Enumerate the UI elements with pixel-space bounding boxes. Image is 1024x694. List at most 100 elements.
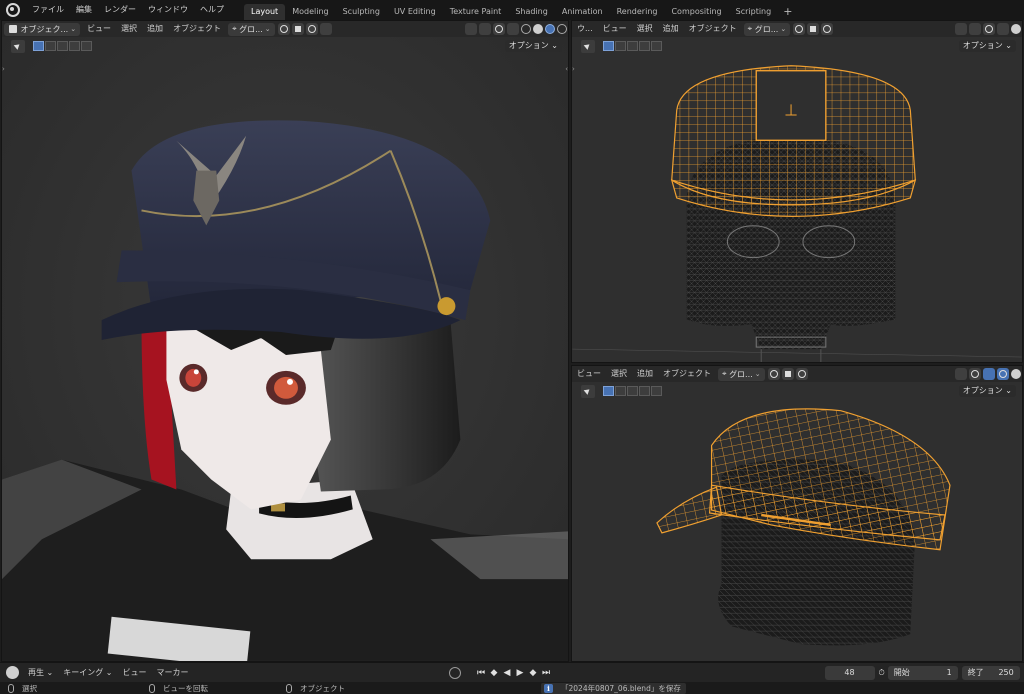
snap-icon[interactable]: [807, 23, 820, 35]
add-workspace-button[interactable]: +: [778, 4, 797, 20]
jump-end-icon[interactable]: ⏭: [540, 668, 553, 678]
falloff-icon[interactable]: [319, 23, 332, 35]
toolbar-expand-icon[interactable]: ›: [572, 65, 575, 73]
prev-keyframe-icon[interactable]: ◆: [488, 668, 501, 678]
select-mode-invert[interactable]: [69, 41, 80, 51]
record-icon[interactable]: [448, 666, 461, 679]
menu-window[interactable]: ウィンドウ: [142, 0, 194, 20]
proportional-edit-icon[interactable]: [305, 23, 318, 35]
keying-menu[interactable]: キーイング ⌄: [58, 667, 117, 678]
menu-add[interactable]: 追加: [658, 21, 684, 37]
shading-wireframe-icon[interactable]: [521, 24, 531, 34]
timeline-editor-icon[interactable]: [6, 666, 19, 679]
select-mode-invert[interactable]: [639, 386, 650, 396]
menu-select[interactable]: 選択: [606, 366, 632, 382]
transform-orientation-dropdown[interactable]: ⌖ グロ... ⌄: [228, 22, 275, 36]
select-mode-extend[interactable]: [45, 41, 56, 51]
select-mode-intersect[interactable]: [81, 41, 92, 51]
select-mode-new[interactable]: [33, 41, 44, 51]
xray-icon[interactable]: [997, 23, 1009, 35]
sidebar-expand-icon[interactable]: ‹: [565, 65, 568, 73]
menu-add[interactable]: 追加: [632, 366, 658, 382]
tab-modeling[interactable]: Modeling: [285, 4, 335, 20]
menu-object[interactable]: オブジェクト: [658, 366, 716, 382]
select-mode-extend[interactable]: [615, 41, 626, 51]
shading-solid-icon[interactable]: [1011, 369, 1021, 379]
editor-type-dropdown[interactable]: ウ...: [572, 21, 598, 37]
menu-object[interactable]: オブジェクト: [168, 21, 226, 37]
wireframe-mode-icon[interactable]: [997, 368, 1009, 380]
pivot-point-icon[interactable]: [793, 23, 806, 35]
menu-select[interactable]: 選択: [632, 21, 658, 37]
menu-add[interactable]: 追加: [142, 21, 168, 37]
options-dropdown[interactable]: オプション ⌄: [958, 40, 1016, 52]
main-3d-viewport[interactable]: オブジェク... ⌄ ビュー 選択 追加 オブジェクト ⌖ グロ... ⌄ オプショ…: [1, 20, 569, 662]
shading-solid-icon[interactable]: [533, 24, 543, 34]
view-menu[interactable]: ビュー: [118, 667, 152, 678]
proportional-edit-icon[interactable]: [795, 368, 808, 380]
tab-layout[interactable]: Layout: [244, 4, 286, 20]
select-mode-subtract[interactable]: [627, 41, 638, 51]
shading-rendered-icon[interactable]: [557, 24, 567, 34]
proportional-edit-icon[interactable]: [821, 23, 834, 35]
jump-start-icon[interactable]: ⏮: [475, 668, 488, 678]
select-mode-subtract[interactable]: [57, 41, 68, 51]
tab-animation[interactable]: Animation: [555, 4, 610, 20]
blender-logo-icon[interactable]: [6, 3, 20, 17]
tab-sculpting[interactable]: Sculpting: [336, 4, 387, 20]
select-mode-new[interactable]: [603, 41, 614, 51]
select-mode-intersect[interactable]: [651, 386, 662, 396]
play-reverse-icon[interactable]: ◀: [501, 668, 514, 678]
select-mode-subtract[interactable]: [627, 386, 638, 396]
tab-rendering[interactable]: Rendering: [610, 4, 665, 20]
transform-orientation-dropdown[interactable]: ⌖ グロ... ⌄: [743, 22, 791, 36]
options-dropdown[interactable]: オプション ⌄: [504, 40, 562, 52]
overlay-icon[interactable]: [969, 368, 981, 380]
play-icon[interactable]: ▶: [514, 668, 527, 678]
visibility-icon[interactable]: [465, 23, 477, 35]
playback-menu[interactable]: 再生 ⌄: [23, 667, 58, 678]
overlay-icon[interactable]: [493, 23, 505, 35]
select-mode-intersect[interactable]: [651, 41, 662, 51]
stopwatch-icon[interactable]: ⏱: [875, 668, 888, 678]
visibility-icon[interactable]: [955, 368, 967, 380]
tab-scripting[interactable]: Scripting: [729, 4, 779, 20]
frame-end-field[interactable]: 終了 250: [961, 665, 1020, 680]
persp-wire-viewport[interactable]: ビュー 選択 追加 オブジェクト ⌖ グロ... ⌄ オプション ⌄: [571, 365, 1023, 662]
menu-select[interactable]: 選択: [116, 21, 142, 37]
menu-view[interactable]: ビュー: [572, 366, 606, 382]
menu-view[interactable]: ビュー: [598, 21, 632, 37]
select-box-icon[interactable]: [11, 39, 25, 53]
xray-icon[interactable]: [507, 23, 519, 35]
xray-icon[interactable]: [983, 368, 995, 380]
tab-texture-paint[interactable]: Texture Paint: [443, 4, 509, 20]
shading-solid-icon[interactable]: [1011, 24, 1021, 34]
visibility-icon[interactable]: [955, 23, 967, 35]
select-box-icon[interactable]: [581, 384, 595, 398]
snap-icon[interactable]: [291, 23, 304, 35]
select-mode-invert[interactable]: [639, 41, 650, 51]
report-message[interactable]: i 「2024年0807_06.blend」を保存: [541, 682, 686, 694]
pivot-point-icon[interactable]: [767, 368, 780, 380]
menu-edit[interactable]: 編集: [70, 0, 98, 20]
frame-start-field[interactable]: 開始 1: [887, 665, 958, 680]
select-mode-extend[interactable]: [615, 386, 626, 396]
snap-icon[interactable]: [781, 368, 794, 380]
pivot-point-icon[interactable]: [277, 23, 290, 35]
menu-view[interactable]: ビュー: [82, 21, 116, 37]
menu-help[interactable]: ヘルプ: [194, 0, 230, 20]
options-dropdown[interactable]: オプション ⌄: [958, 385, 1016, 397]
menu-render[interactable]: レンダー: [98, 0, 142, 20]
tab-uv-editing[interactable]: UV Editing: [387, 4, 443, 20]
transform-orientation-dropdown[interactable]: ⌖ グロ... ⌄: [718, 367, 765, 381]
tab-compositing[interactable]: Compositing: [664, 4, 728, 20]
select-mode-new[interactable]: [603, 386, 614, 396]
toolbar-expand-icon[interactable]: ›: [2, 65, 5, 73]
menu-object[interactable]: オブジェクト: [684, 21, 742, 37]
overlay-icon[interactable]: [983, 23, 995, 35]
interaction-mode-dropdown[interactable]: オブジェク... ⌄: [4, 22, 81, 36]
menu-file[interactable]: ファイル: [26, 0, 70, 20]
marker-menu[interactable]: マーカー: [152, 667, 194, 678]
tab-shading[interactable]: Shading: [508, 4, 555, 20]
front-wire-viewport[interactable]: ⊥ ウ... ビュー 選択 追加 オブジェクト ⌖ グロ... ⌄ オプション ⌄…: [571, 20, 1023, 363]
